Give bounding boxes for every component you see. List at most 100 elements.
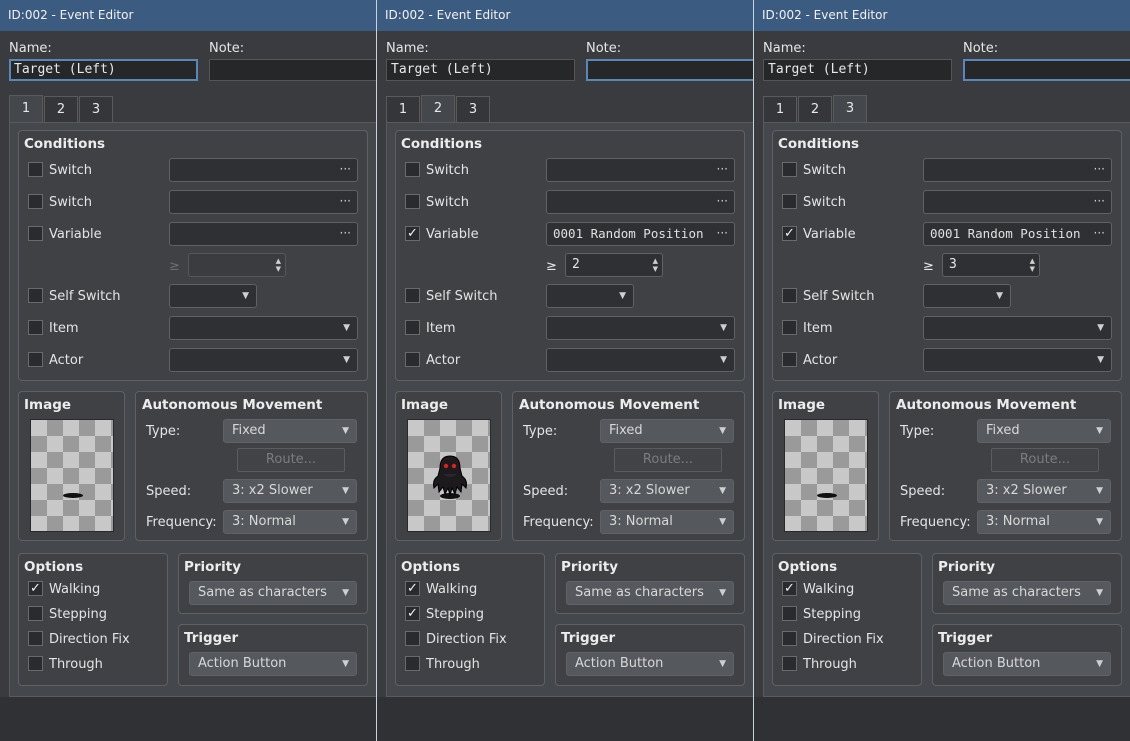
switch1-checkbox[interactable] [405, 162, 420, 177]
movement-type-combo[interactable]: Fixed ▼ [600, 419, 734, 443]
name-field[interactable]: Target (Left) [386, 59, 575, 81]
trigger-combo[interactable]: Action Button ▼ [943, 652, 1111, 676]
priority-combo[interactable]: Same as characters ▼ [943, 581, 1111, 605]
selfswitch-combo[interactable]: ▼ [169, 284, 257, 308]
actor-checkbox[interactable] [28, 352, 43, 367]
note-field[interactable] [963, 59, 1130, 81]
spin-up-icon[interactable]: ▲ [276, 257, 281, 265]
switch1-field[interactable]: ··· [169, 158, 358, 182]
item-combo[interactable]: ▼ [169, 316, 358, 340]
variable-field[interactable]: 0001 Random Position ··· [546, 222, 735, 246]
variable-compare-spinner[interactable]: ▲ ▼ [188, 253, 286, 277]
selfswitch-checkbox[interactable] [782, 288, 797, 303]
event-image-preview[interactable] [784, 419, 868, 532]
through-checkbox[interactable] [28, 656, 43, 671]
ellipsis-icon[interactable]: ··· [340, 159, 351, 179]
walking-checkbox[interactable]: ✓ [405, 581, 420, 596]
walking-checkbox[interactable]: ✓ [782, 581, 797, 596]
ellipsis-icon[interactable]: ··· [717, 223, 728, 243]
item-combo[interactable]: ▼ [546, 316, 735, 340]
selfswitch-combo[interactable]: ▼ [546, 284, 634, 308]
direction-fix-checkbox[interactable] [28, 631, 43, 646]
note-field[interactable] [586, 59, 753, 81]
ellipsis-icon[interactable]: ··· [340, 191, 351, 211]
item-checkbox[interactable] [405, 320, 420, 335]
switch2-checkbox[interactable] [28, 194, 43, 209]
event-image-preview[interactable] [407, 419, 491, 532]
frequency-combo[interactable]: 3: Normal ▼ [600, 510, 734, 534]
tab-page-1[interactable]: 1 [386, 96, 420, 123]
spin-down-icon[interactable]: ▼ [276, 265, 281, 273]
ellipsis-icon[interactable]: ··· [1094, 159, 1105, 179]
variable-field[interactable]: ··· [169, 222, 358, 246]
ellipsis-icon[interactable]: ··· [1094, 191, 1105, 211]
selfswitch-combo[interactable]: ▼ [923, 284, 1011, 308]
switch2-checkbox[interactable] [782, 194, 797, 209]
tab-page-1[interactable]: 1 [9, 95, 43, 123]
priority-combo[interactable]: Same as characters ▼ [566, 581, 734, 605]
actor-combo[interactable]: ▼ [169, 348, 358, 372]
ellipsis-icon[interactable]: ··· [340, 223, 351, 243]
spin-up-icon[interactable]: ▲ [1030, 257, 1035, 265]
tab-page-2[interactable]: 2 [421, 95, 455, 123]
tab-page-1[interactable]: 1 [763, 96, 797, 123]
item-checkbox[interactable] [782, 320, 797, 335]
switch1-field[interactable]: ··· [546, 158, 735, 182]
actor-combo[interactable]: ▼ [546, 348, 735, 372]
selfswitch-checkbox[interactable] [28, 288, 43, 303]
switch2-checkbox[interactable] [405, 194, 420, 209]
variable-compare-spinner[interactable]: 3 ▲ ▼ [942, 253, 1040, 277]
trigger-combo[interactable]: Action Button ▼ [566, 652, 734, 676]
ellipsis-icon[interactable]: ··· [717, 159, 728, 179]
ellipsis-icon[interactable]: ··· [1094, 223, 1105, 243]
stepping-checkbox[interactable] [782, 606, 797, 621]
actor-checkbox[interactable] [405, 352, 420, 367]
actor-checkbox[interactable] [782, 352, 797, 367]
switch2-field[interactable]: ··· [169, 190, 358, 214]
variable-checkbox[interactable] [28, 226, 43, 241]
spin-down-icon[interactable]: ▼ [1030, 265, 1035, 273]
direction-fix-checkbox[interactable] [405, 631, 420, 646]
route-button[interactable]: Route... [614, 448, 722, 472]
switch1-checkbox[interactable] [782, 162, 797, 177]
speed-combo[interactable]: 3: x2 Slower ▼ [223, 479, 357, 503]
switch1-field[interactable]: ··· [923, 158, 1112, 182]
direction-fix-checkbox[interactable] [782, 631, 797, 646]
variable-compare-spinner[interactable]: 2 ▲ ▼ [565, 253, 663, 277]
variable-field[interactable]: 0001 Random Position ··· [923, 222, 1112, 246]
spin-up-icon[interactable]: ▲ [653, 257, 658, 265]
tab-page-3[interactable]: 3 [833, 95, 867, 123]
name-field[interactable]: Target (Left) [9, 59, 198, 81]
item-combo[interactable]: ▼ [923, 316, 1112, 340]
variable-checkbox[interactable]: ✓ [782, 226, 797, 241]
item-checkbox[interactable] [28, 320, 43, 335]
selfswitch-checkbox[interactable] [405, 288, 420, 303]
priority-combo[interactable]: Same as characters ▼ [189, 581, 357, 605]
event-image-preview[interactable] [30, 419, 114, 532]
spin-down-icon[interactable]: ▼ [653, 265, 658, 273]
tab-page-3[interactable]: 3 [79, 96, 113, 123]
stepping-checkbox[interactable]: ✓ [405, 606, 420, 621]
actor-combo[interactable]: ▼ [923, 348, 1112, 372]
movement-type-combo[interactable]: Fixed ▼ [977, 419, 1111, 443]
speed-combo[interactable]: 3: x2 Slower ▼ [600, 479, 734, 503]
movement-type-combo[interactable]: Fixed ▼ [223, 419, 357, 443]
through-checkbox[interactable] [782, 656, 797, 671]
tab-page-3[interactable]: 3 [456, 96, 490, 123]
walking-checkbox[interactable]: ✓ [28, 581, 43, 596]
tab-page-2[interactable]: 2 [44, 96, 78, 123]
tab-page-2[interactable]: 2 [798, 96, 832, 123]
switch2-field[interactable]: ··· [923, 190, 1112, 214]
name-field[interactable]: Target (Left) [763, 59, 952, 81]
frequency-combo[interactable]: 3: Normal ▼ [977, 510, 1111, 534]
variable-checkbox[interactable]: ✓ [405, 226, 420, 241]
trigger-combo[interactable]: Action Button ▼ [189, 652, 357, 676]
route-button[interactable]: Route... [991, 448, 1099, 472]
speed-combo[interactable]: 3: x2 Slower ▼ [977, 479, 1111, 503]
through-checkbox[interactable] [405, 656, 420, 671]
note-field[interactable] [209, 59, 376, 81]
ellipsis-icon[interactable]: ··· [717, 191, 728, 211]
switch2-field[interactable]: ··· [546, 190, 735, 214]
frequency-combo[interactable]: 3: Normal ▼ [223, 510, 357, 534]
stepping-checkbox[interactable] [28, 606, 43, 621]
